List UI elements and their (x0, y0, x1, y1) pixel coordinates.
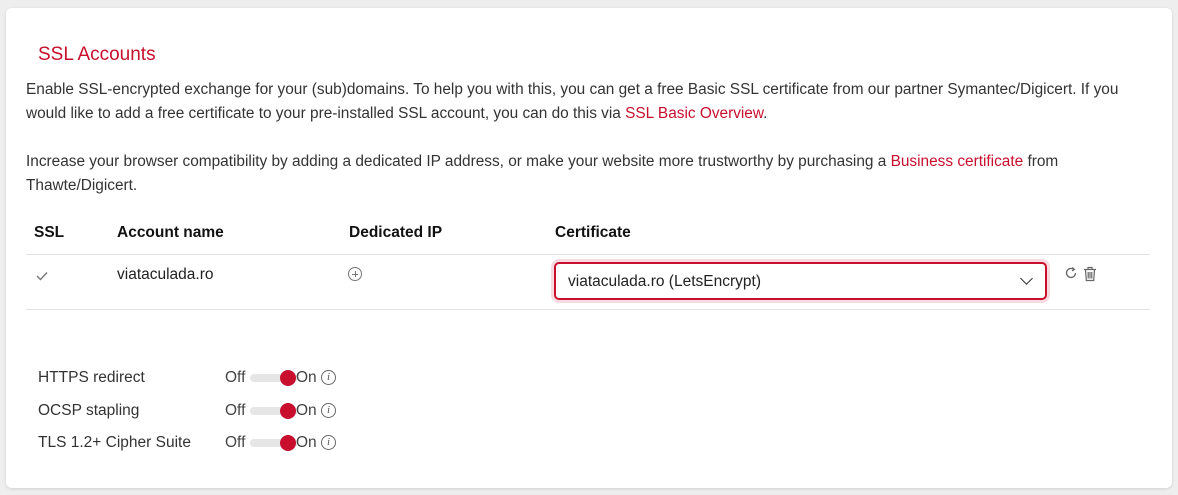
page-title: SSL Accounts (38, 44, 156, 65)
intro-paragraph-1: Enable SSL-encrypted exchange for your (… (26, 78, 1151, 126)
header-certificate: Certificate (555, 224, 631, 241)
tls-cipher-suite-toggle-knob[interactable] (280, 435, 296, 451)
info-icon[interactable]: i (321, 435, 336, 450)
https-redirect-label: HTTPS redirect (38, 369, 145, 386)
https-redirect-toggle-knob[interactable] (280, 370, 296, 386)
intro-text-1: Enable SSL-encrypted exchange for your (… (26, 81, 1119, 122)
info-icon[interactable]: i (321, 370, 336, 385)
ocsp-stapling-off-label: Off (225, 402, 246, 419)
ocsp-stapling-label: OCSP stapling (38, 402, 140, 419)
ssl-basic-overview-link[interactable]: SSL Basic Overview (625, 105, 763, 122)
chevron-down-icon (1020, 272, 1033, 285)
header-divider (26, 254, 1150, 255)
ocsp-stapling-toggle-knob[interactable] (280, 403, 296, 419)
tls-cipher-suite-on-label: On (296, 434, 317, 451)
row-divider (26, 309, 1150, 310)
intro-text-2: Increase your browser compatibility by a… (26, 153, 891, 170)
ocsp-stapling-on-label: On (296, 402, 317, 419)
info-icon[interactable]: i (321, 403, 336, 418)
certificate-select[interactable]: viataculada.ro (LetsEncrypt) (554, 262, 1047, 300)
trash-icon[interactable] (1083, 266, 1097, 282)
tls-cipher-suite-label: TLS 1.2+ Cipher Suite (38, 434, 191, 451)
intro-end-1: . (763, 105, 768, 122)
https-redirect-off-label: Off (225, 369, 246, 386)
ssl-accounts-card: SSL Accounts Enable SSL-encrypted exchan… (6, 8, 1172, 488)
refresh-icon[interactable] (1064, 266, 1078, 280)
https-redirect-on-label: On (296, 369, 317, 386)
plus-circle-icon[interactable] (348, 267, 362, 281)
business-certificate-link[interactable]: Business certificate (891, 153, 1024, 170)
tls-cipher-suite-off-label: Off (225, 434, 246, 451)
header-account-name: Account name (117, 224, 224, 241)
header-ssl: SSL (34, 224, 65, 241)
check-icon (36, 268, 48, 284)
account-name-cell: viataculada.ro (117, 266, 214, 283)
intro-paragraph-2: Increase your browser compatibility by a… (26, 150, 1151, 198)
certificate-select-value: viataculada.ro (LetsEncrypt) (568, 273, 761, 290)
header-dedicated-ip: Dedicated IP (349, 224, 443, 241)
